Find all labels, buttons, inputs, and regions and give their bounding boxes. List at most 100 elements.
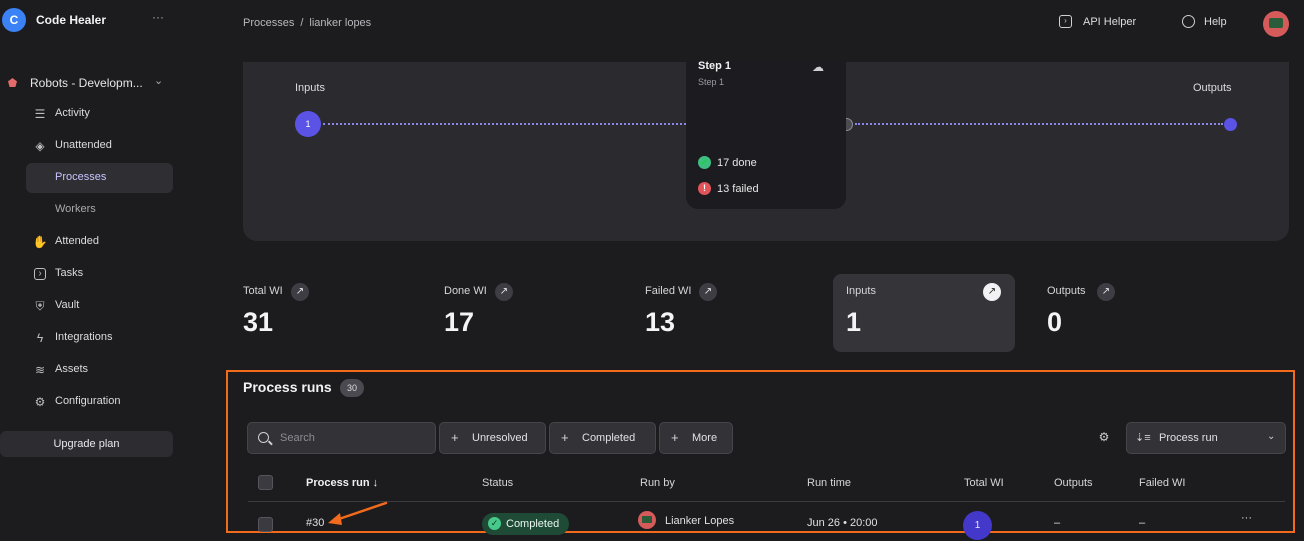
sidebar-item-label: Workers [55,203,96,215]
sidebar-item-vault[interactable]: ⛨ Vault [26,291,173,321]
sidebar-item-label: Unattended [55,139,112,151]
step-card[interactable]: Step 1 Step 1 ☁ ✓ 17 done ! 13 failed [686,60,846,209]
run-time: Jun 26 • 20:00 [807,517,878,529]
stat-value: 13 [645,307,676,337]
filter-label: More [692,432,718,444]
cloud-icon: ☁ [812,60,824,74]
stat-value: 17 [444,307,475,337]
brand-name: Code Healer [36,13,107,27]
row-more-icon[interactable]: ··· [1241,512,1252,524]
breadcrumb: Processes / lianker lopes [243,17,377,29]
database-icon: ≋ [34,363,46,377]
breadcrumb-processes[interactable]: Processes [243,17,294,29]
layers-icon: ◈ [35,139,45,153]
workspace-selector[interactable]: Robots - Developm... ⌄ [6,74,176,92]
sidebar-item-unattended[interactable]: ◈ Unattended [26,131,173,161]
search-input[interactable] [280,429,430,447]
hand-icon: ✋ [32,235,48,249]
sidebar-item-label: Tasks [55,267,84,279]
column-total-wi[interactable]: Total WI [964,477,1004,489]
outputs-value: – [1054,517,1061,529]
avatar [638,511,656,529]
step-failed-label: 13 failed [717,183,759,195]
arrow-up-right-icon[interactable]: ↗ [1097,283,1115,301]
stat-done-wi[interactable]: Done WI ↗ 17 [434,274,616,352]
sidebar-item-label: Activity [55,107,90,119]
sidebar-item-integrations[interactable]: ϟ Integrations [26,323,173,353]
stat-value: 1 [846,307,862,337]
sidebar-item-label: Integrations [55,331,113,343]
arrow-up-right-icon[interactable]: ↗ [983,283,1001,301]
stat-total-wi[interactable]: Total WI ↗ 31 [233,274,415,352]
sidebar: C Code Healer ··· Robots - Developm... ⌄… [0,0,186,541]
bolt-icon: ϟ [36,331,44,345]
search-field[interactable] [247,422,436,454]
stat-failed-wi[interactable]: Failed WI ↗ 13 [635,274,817,352]
upgrade-plan-button[interactable]: Upgrade plan [0,431,173,457]
arrow-up-right-icon[interactable]: ↗ [495,283,513,301]
outputs-label: Outputs [1193,82,1232,94]
status-label: Completed [506,518,560,530]
workspace-label: Robots - Developm... [30,76,143,90]
status-badge: ✓ Completed [482,513,570,535]
avatar[interactable] [1263,11,1289,37]
row-checkbox[interactable] [258,517,273,532]
filter-unresolved-button[interactable]: + Unresolved [439,422,546,454]
sidebar-item-attended[interactable]: ✋ Attended [26,227,173,257]
breadcrumb-separator: / [300,17,304,29]
more-icon[interactable]: ··· [152,10,164,24]
column-process-run[interactable]: Process run ↓ [306,477,378,489]
column-status[interactable]: Status [482,477,513,489]
sidebar-item-configuration[interactable]: ⚙ Configuration [26,387,173,417]
sliders-icon: ⚙ [34,395,46,409]
sort-select[interactable]: ⇣≡ Process run ⌄ [1126,422,1286,454]
filter-label: Unresolved [472,432,528,444]
stat-value: 31 [243,307,274,337]
lifebuoy-icon [1182,15,1195,28]
column-failed-wi[interactable]: Failed WI [1139,477,1185,489]
terminal-icon: › [1059,15,1072,28]
filter-more-button[interactable]: + More [659,422,733,454]
api-helper-label: API Helper [1083,16,1137,28]
sidebar-item-activity[interactable]: ☰ Activity [26,99,173,129]
output-node[interactable] [1224,118,1237,131]
breadcrumb-current: lianker lopes [309,17,372,29]
stat-label: Outputs [1047,285,1086,297]
sidebar-item-tasks[interactable]: › Tasks [26,259,173,289]
chevron-down-icon: ⌄ [1267,431,1276,442]
process-runs-count-badge: 30 [340,379,364,397]
arrow-up-right-icon[interactable]: ↗ [291,283,309,301]
stat-value: 0 [1047,307,1063,337]
plus-icon: + [561,430,569,445]
failed-wi-value: – [1139,517,1146,529]
table-row[interactable]: #30 ✓ Completed Lianker Lopes Jun 26 • 2… [248,503,1285,540]
select-all-checkbox[interactable] [258,475,273,490]
stat-label: Failed WI [645,285,692,297]
sidebar-item-assets[interactable]: ≋ Assets [26,355,173,385]
input-node[interactable]: 1 [295,111,321,137]
column-run-by[interactable]: Run by [640,477,675,489]
stat-outputs[interactable]: Outputs ↗ 0 [1037,274,1219,352]
list-icon: ☰ [34,107,46,121]
columns-settings-icon[interactable]: ⚙ [1096,430,1112,446]
process-flow: Inputs Outputs 1 Step 1 Step 1 ☁ ✓ 17 do… [243,60,1289,241]
total-wi-count[interactable]: 1 [963,511,992,540]
arrow-up-right-icon[interactable]: ↗ [699,283,717,301]
brand[interactable]: C Code Healer ··· [0,8,186,32]
column-outputs[interactable]: Outputs [1054,477,1093,489]
plus-icon: + [671,430,679,445]
brand-logo: C [2,8,26,32]
stat-inputs[interactable]: Inputs ↗ 1 [833,274,1015,352]
table-header: Process run ↓ Status Run by Run time Tot… [248,464,1285,502]
column-run-time[interactable]: Run time [807,477,851,489]
filter-completed-button[interactable]: + Completed [549,422,656,454]
flow-connector [323,123,686,125]
sidebar-item-processes[interactable]: Processes [26,163,173,193]
plus-icon: + [451,430,459,445]
sidebar-item-workers[interactable]: Workers [26,195,173,225]
workspace-icon [8,78,17,87]
stat-label: Done WI [444,285,487,297]
sidebar-item-label: Configuration [55,395,121,407]
run-by-name: Lianker Lopes [665,515,735,527]
flow-connector [855,123,1223,125]
